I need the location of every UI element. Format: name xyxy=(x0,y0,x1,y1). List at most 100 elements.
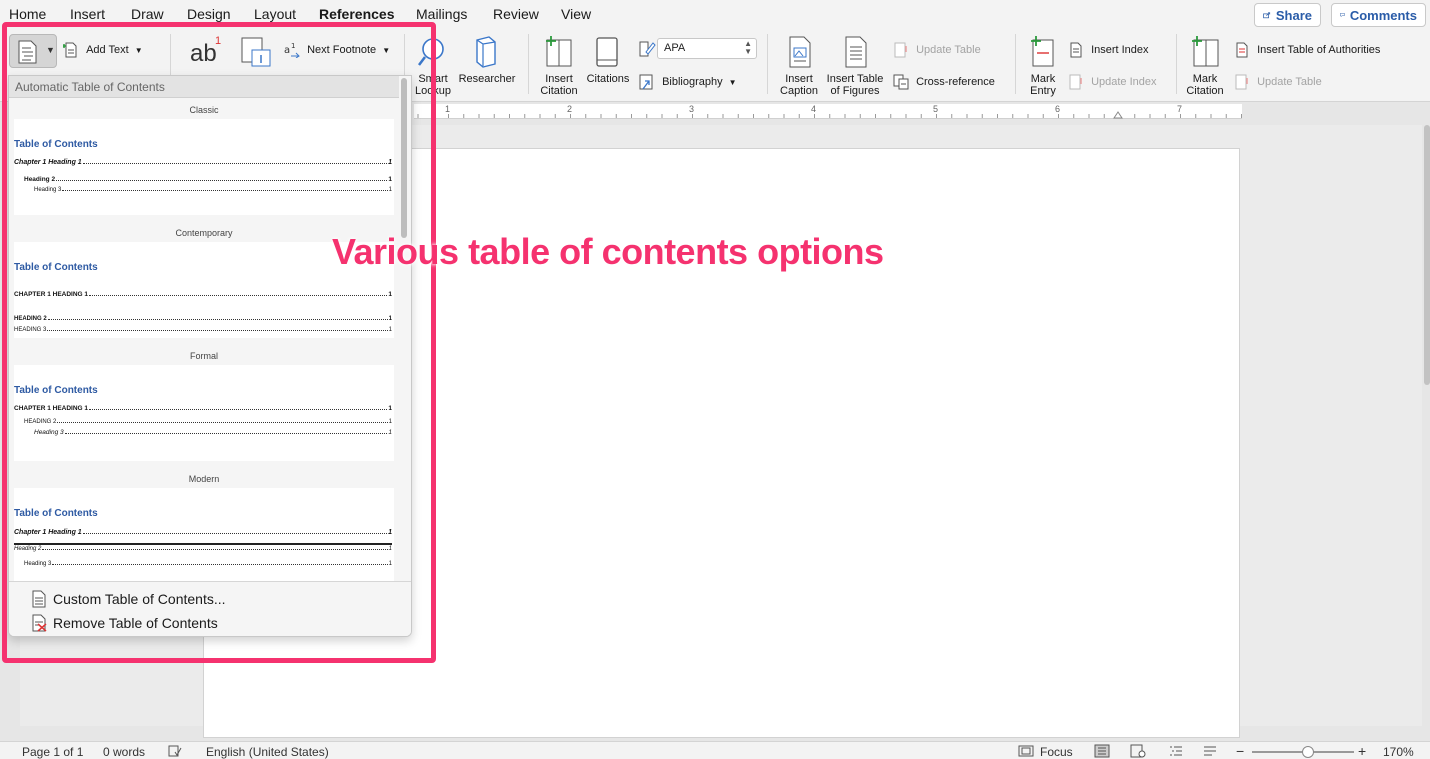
insert-citation-icon[interactable] xyxy=(543,36,575,68)
update-table-icon xyxy=(894,42,907,58)
researcher-icon[interactable] xyxy=(472,36,500,68)
mark-entry-button[interactable]: Mark Entry xyxy=(1018,73,1068,97)
insert-index-icon xyxy=(1070,42,1082,58)
toc-preview-entry: CHAPTER 1 HEADING 11 xyxy=(14,405,392,412)
remove-table-of-contents-item[interactable]: Remove Table of Contents xyxy=(31,614,218,632)
researcher-button[interactable]: Researcher xyxy=(456,73,518,85)
insert-endnote-button[interactable] xyxy=(240,36,272,68)
comments-button[interactable]: Comments xyxy=(1331,3,1426,27)
update-table-of-authorities-button[interactable]: Update Table xyxy=(1234,74,1322,90)
status-bar: Page 1 of 1 0 words English (United Stat… xyxy=(0,741,1430,759)
print-layout-icon[interactable] xyxy=(1094,744,1110,758)
insert-citation-button[interactable]: Insert Citation xyxy=(534,73,584,97)
comment-icon xyxy=(1340,13,1345,18)
mark-citation-icon[interactable] xyxy=(1189,36,1221,68)
language-indicator[interactable]: English (United States) xyxy=(206,745,329,759)
insert-table-of-authorities-button[interactable]: Insert Table of Authorities xyxy=(1234,42,1380,58)
tab-view[interactable]: View xyxy=(561,6,591,22)
zoom-slider[interactable] xyxy=(1252,746,1354,758)
ruler-number: 2 xyxy=(567,104,573,114)
svg-text:i: i xyxy=(430,43,433,57)
svg-text:1: 1 xyxy=(291,42,295,50)
citations-button[interactable]: Citations xyxy=(582,73,634,85)
zoom-slider-thumb[interactable] xyxy=(1302,746,1314,758)
toc-preview-entry: HEADING 31 xyxy=(14,327,392,333)
toc-gallery-scrollbar[interactable] xyxy=(400,78,408,578)
toc-option-modern[interactable]: Table of Contents Chapter 1 Heading 11 H… xyxy=(14,488,394,584)
menu-bar: Home Insert Draw Design Layout Reference… xyxy=(0,0,1430,30)
insert-caption-button[interactable]: Insert Caption xyxy=(774,73,824,97)
tab-insert[interactable]: Insert xyxy=(70,6,105,22)
cross-reference-icon xyxy=(893,74,909,90)
draft-view-icon[interactable] xyxy=(1202,744,1218,758)
vertical-scrollbar[interactable] xyxy=(1424,125,1430,385)
cross-reference-button[interactable]: Cross-reference xyxy=(893,74,995,90)
outline-view-icon[interactable] xyxy=(1168,744,1184,758)
next-footnote-icon: a1 xyxy=(284,42,300,58)
endnote-icon xyxy=(241,37,271,67)
toc-gallery-header: Automatic Table of Contents xyxy=(9,76,399,98)
toc-menu-actions: Custom Table of Contents... Remove Table… xyxy=(9,581,411,636)
table-of-contents-button[interactable]: ▼ xyxy=(9,34,57,68)
next-footnote-button[interactable]: a1 Next Footnote ▼ xyxy=(284,42,390,58)
mark-citation-button[interactable]: Mark Citation xyxy=(1180,73,1230,97)
tab-layout[interactable]: Layout xyxy=(254,6,296,22)
bibliography-button[interactable]: Bibliography ▼ xyxy=(638,74,737,90)
add-text-label: Add Text xyxy=(86,43,129,56)
tab-references[interactable]: References xyxy=(319,6,395,22)
share-label: Share xyxy=(1275,7,1312,23)
toc-preview-title: Table of Contents xyxy=(14,508,98,519)
tab-review[interactable]: Review xyxy=(493,6,539,22)
toc-preview-title: Table of Contents xyxy=(14,139,98,150)
toc-preview-entry: Chapter 1 Heading 11 xyxy=(14,529,392,536)
zoom-in-button[interactable]: + xyxy=(1358,743,1366,759)
ruler-number: 7 xyxy=(1177,104,1183,114)
smart-lookup-button[interactable]: Smart Lookup xyxy=(408,73,458,97)
toc-style-name: Modern xyxy=(188,474,220,484)
focus-button[interactable]: Focus xyxy=(1040,745,1073,759)
insert-index-button[interactable]: Insert Index xyxy=(1068,42,1149,58)
proofing-icon[interactable] xyxy=(168,745,182,757)
tab-design[interactable]: Design xyxy=(187,6,231,22)
tab-mailings[interactable]: Mailings xyxy=(416,6,467,22)
citations-icon[interactable] xyxy=(594,36,620,68)
update-table-button[interactable]: Update Table xyxy=(893,42,981,58)
zoom-out-button[interactable]: − xyxy=(1236,743,1244,759)
table-of-contents-icon xyxy=(18,40,37,64)
insert-caption-icon[interactable] xyxy=(787,36,813,68)
insert-table-of-figures-icon[interactable] xyxy=(843,36,869,68)
smart-lookup-icon[interactable]: i xyxy=(416,36,450,68)
word-count[interactable]: 0 words xyxy=(103,745,145,759)
ruler-number: 4 xyxy=(811,104,817,114)
insert-footnote-button[interactable]: ab 1 xyxy=(188,35,224,68)
web-layout-icon[interactable] xyxy=(1130,744,1146,758)
update-index-button[interactable]: Update Index xyxy=(1068,74,1157,90)
page-count[interactable]: Page 1 of 1 xyxy=(22,745,83,759)
bibliography-icon xyxy=(639,74,653,90)
toc-preview-entry: Heading 21 xyxy=(24,176,392,183)
insert-table-of-figures-button[interactable]: Insert Table of Figures xyxy=(824,73,886,97)
zoom-level[interactable]: 170% xyxy=(1383,745,1414,759)
add-text-button[interactable]: Add Text ▼ xyxy=(63,42,143,58)
ruler-number: 6 xyxy=(1055,104,1061,114)
insert-table-of-authorities-label: Insert Table of Authorities xyxy=(1257,43,1381,56)
citation-style-select[interactable]: APA ▲ ▼ xyxy=(657,38,757,59)
toc-scroll-thumb[interactable] xyxy=(401,78,407,238)
tab-home[interactable]: Home xyxy=(9,6,46,22)
tab-draw[interactable]: Draw xyxy=(131,6,164,22)
toc-option-formal[interactable]: Table of Contents CHAPTER 1 HEADING 11 H… xyxy=(14,365,394,461)
share-button[interactable]: Share xyxy=(1254,3,1321,27)
custom-table-of-contents-item[interactable]: Custom Table of Contents... xyxy=(31,590,226,608)
toc-preview-entry: Chapter 1 Heading 11 xyxy=(14,159,392,166)
footnote-glyph: ab xyxy=(190,40,217,67)
toc-preview-entry: Heading 31 xyxy=(34,429,392,436)
horizontal-ruler[interactable]: 1 2 3 4 5 6 7 xyxy=(414,104,1242,119)
chevron-down-icon: ▼ xyxy=(382,45,391,55)
bibliography-label: Bibliography xyxy=(662,75,723,88)
toc-option-classic[interactable]: Table of Contents Chapter 1 Heading 11 H… xyxy=(14,119,394,215)
toc-style-name: Classic xyxy=(189,105,219,115)
chevron-down-icon: ▼ xyxy=(46,45,55,55)
chevron-down-icon: ▼ xyxy=(134,45,143,55)
mark-entry-icon[interactable] xyxy=(1028,36,1056,68)
update-index-label: Update Index xyxy=(1091,75,1157,88)
